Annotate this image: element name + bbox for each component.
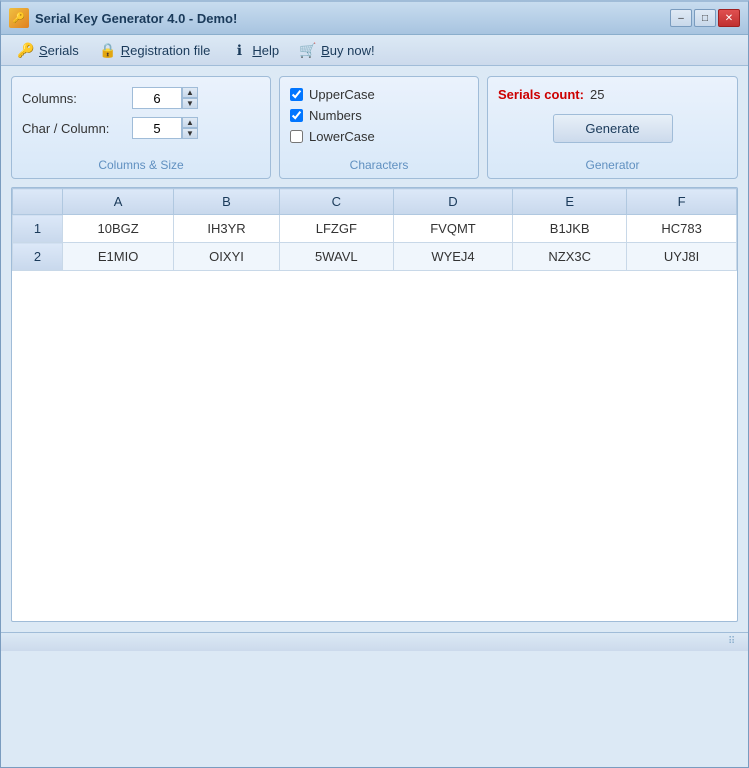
lowercase-checkbox[interactable] bbox=[290, 130, 303, 143]
menu-help[interactable]: ℹ Help bbox=[222, 38, 287, 62]
panel-generator: Serials count: 25 Generate Generator bbox=[487, 76, 738, 179]
cell-a: 10BGZ bbox=[63, 215, 174, 243]
content-area: Columns: 6 ▲ ▼ Char / Column: 5 ▲ bbox=[1, 66, 748, 632]
serials-count-value: 25 bbox=[590, 87, 604, 102]
help-icon: ℹ bbox=[230, 41, 248, 59]
columns-input[interactable]: 6 bbox=[132, 87, 182, 109]
menu-serials-label: Serials bbox=[39, 43, 79, 58]
generate-button[interactable]: Generate bbox=[553, 114, 673, 143]
menu-registration[interactable]: 🔒 Registration file bbox=[91, 38, 219, 62]
uppercase-row: UpperCase bbox=[290, 87, 468, 102]
char-column-up-button[interactable]: ▲ bbox=[182, 117, 198, 128]
uppercase-label: UpperCase bbox=[309, 87, 375, 102]
lowercase-row: LowerCase bbox=[290, 129, 468, 144]
serials-table-container: A B C D E F 110BGZIH3YRLFZGFFVQMTB1JKBHC… bbox=[11, 187, 738, 622]
serials-icon: 🔑 bbox=[17, 41, 35, 59]
menu-registration-label: Registration file bbox=[121, 43, 211, 58]
char-column-down-button[interactable]: ▼ bbox=[182, 128, 198, 139]
status-bar: ⠿ bbox=[1, 632, 748, 651]
table-header-e: E bbox=[513, 189, 627, 215]
serials-count-row: Serials count: 25 bbox=[498, 87, 727, 102]
cell-f: HC783 bbox=[627, 215, 737, 243]
cell-e: B1JKB bbox=[513, 215, 627, 243]
columns-up-button[interactable]: ▲ bbox=[182, 87, 198, 98]
table-body: 110BGZIH3YRLFZGFFVQMTB1JKBHC7832E1MIOOIX… bbox=[13, 215, 737, 271]
char-column-label: Char / Column: bbox=[22, 121, 132, 136]
cell-c: LFZGF bbox=[279, 215, 393, 243]
generator-panel-label: Generator bbox=[488, 158, 737, 172]
cell-c: 5WAVL bbox=[279, 243, 393, 271]
menu-buy-label: Buy now! bbox=[321, 43, 374, 58]
char-column-spinner: 5 ▲ ▼ bbox=[132, 117, 198, 139]
columns-spinner: 6 ▲ ▼ bbox=[132, 87, 198, 109]
cell-b: OIXYI bbox=[174, 243, 280, 271]
menu-bar: 🔑 Serials 🔒 Registration file ℹ Help 🛒 B… bbox=[1, 35, 748, 66]
menu-buy[interactable]: 🛒 Buy now! bbox=[291, 38, 382, 62]
characters-panel-label: Characters bbox=[280, 158, 478, 172]
empty-area bbox=[12, 271, 737, 621]
table-header-f: F bbox=[627, 189, 737, 215]
panels-row: Columns: 6 ▲ ▼ Char / Column: 5 ▲ bbox=[11, 76, 738, 179]
registration-icon: 🔒 bbox=[99, 41, 117, 59]
columns-row: Columns: 6 ▲ ▼ bbox=[22, 87, 260, 109]
cell-d: FVQMT bbox=[393, 215, 512, 243]
resize-grip[interactable]: ⠿ bbox=[728, 636, 740, 648]
row-number: 2 bbox=[13, 243, 63, 271]
buy-icon: 🛒 bbox=[299, 41, 317, 59]
char-column-row: Char / Column: 5 ▲ ▼ bbox=[22, 117, 260, 139]
lowercase-label: LowerCase bbox=[309, 129, 375, 144]
table-header-a: A bbox=[63, 189, 174, 215]
cell-a: E1MIO bbox=[63, 243, 174, 271]
close-button[interactable]: ✕ bbox=[718, 9, 740, 27]
app-icon: 🔑 bbox=[9, 8, 29, 28]
maximize-button[interactable]: □ bbox=[694, 9, 716, 27]
numbers-label: Numbers bbox=[309, 108, 362, 123]
cell-d: WYEJ4 bbox=[393, 243, 512, 271]
title-bar: 🔑 Serial Key Generator 4.0 - Demo! – □ ✕ bbox=[1, 2, 748, 35]
table-row: 110BGZIH3YRLFZGFFVQMTB1JKBHC783 bbox=[13, 215, 737, 243]
columns-size-label: Columns & Size bbox=[12, 158, 270, 172]
menu-help-label: Help bbox=[252, 43, 279, 58]
char-column-input[interactable]: 5 bbox=[132, 117, 182, 139]
table-header-b: B bbox=[174, 189, 280, 215]
main-window: 🔑 Serial Key Generator 4.0 - Demo! – □ ✕… bbox=[0, 0, 749, 768]
serials-table: A B C D E F 110BGZIH3YRLFZGFFVQMTB1JKBHC… bbox=[12, 188, 737, 271]
cell-b: IH3YR bbox=[174, 215, 280, 243]
table-header-num bbox=[13, 189, 63, 215]
title-bar-left: 🔑 Serial Key Generator 4.0 - Demo! bbox=[9, 8, 237, 28]
table-header-c: C bbox=[279, 189, 393, 215]
menu-serials[interactable]: 🔑 Serials bbox=[9, 38, 87, 62]
panel-columns-size: Columns: 6 ▲ ▼ Char / Column: 5 ▲ bbox=[11, 76, 271, 179]
numbers-row: Numbers bbox=[290, 108, 468, 123]
numbers-checkbox[interactable] bbox=[290, 109, 303, 122]
columns-spinner-buttons: ▲ ▼ bbox=[182, 87, 198, 109]
table-header-row: A B C D E F bbox=[13, 189, 737, 215]
char-column-spinner-buttons: ▲ ▼ bbox=[182, 117, 198, 139]
minimize-button[interactable]: – bbox=[670, 9, 692, 27]
columns-down-button[interactable]: ▼ bbox=[182, 98, 198, 109]
uppercase-checkbox[interactable] bbox=[290, 88, 303, 101]
table-row: 2E1MIOOIXYI5WAVLWYEJ4NZX3CUYJ8I bbox=[13, 243, 737, 271]
cell-e: NZX3C bbox=[513, 243, 627, 271]
title-bar-buttons: – □ ✕ bbox=[670, 9, 740, 27]
columns-label: Columns: bbox=[22, 91, 132, 106]
table-header-d: D bbox=[393, 189, 512, 215]
cell-f: UYJ8I bbox=[627, 243, 737, 271]
serials-count-label: Serials count: bbox=[498, 87, 584, 102]
panel-characters: UpperCase Numbers LowerCase Characters bbox=[279, 76, 479, 179]
window-title: Serial Key Generator 4.0 - Demo! bbox=[35, 11, 237, 26]
row-number: 1 bbox=[13, 215, 63, 243]
